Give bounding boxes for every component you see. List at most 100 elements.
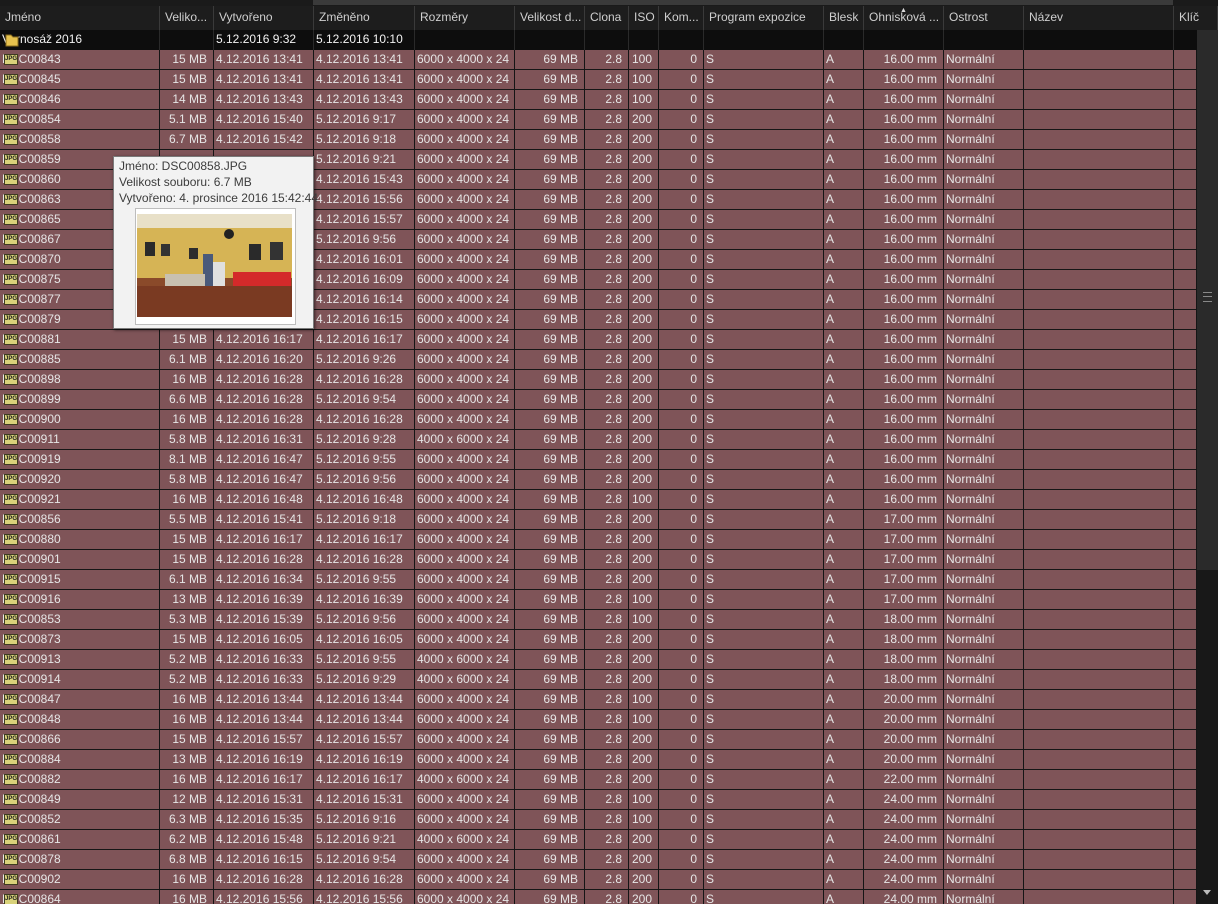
cell-size-value: 6.2 MB	[168, 832, 207, 846]
cell-title	[1024, 470, 1174, 490]
cell-size: 6.3 MB	[160, 810, 214, 830]
cell-sharpness: Normální	[944, 850, 1024, 870]
cell-program-value: S	[706, 732, 715, 746]
file-row[interactable]: JPG DSC00858 6.7 MB 4.12.2016 15:42 5.12.201…	[0, 130, 1197, 150]
cell-focal: 22.00 mm	[864, 770, 944, 790]
file-row[interactable]: JPG DSC00911 5.8 MB 4.12.2016 16:31 5.12.201…	[0, 430, 1197, 450]
file-row[interactable]: JPG DSC00852 6.3 MB 4.12.2016 15:35 5.12.201…	[0, 810, 1197, 830]
cell-uncompressed: 69 MB	[515, 870, 585, 890]
folder-title-cell	[1024, 30, 1174, 50]
file-row[interactable]: JPG DSC00849 12 MB 4.12.2016 15:31 4.12.2016…	[0, 790, 1197, 810]
cell-modified: 4.12.2016 13:44	[314, 710, 415, 730]
cell-focal-value: 17.00 mm	[883, 532, 937, 546]
file-row[interactable]: JPG DSC00913 5.2 MB 4.12.2016 16:33 5.12.201…	[0, 650, 1197, 670]
file-row[interactable]: JPG DSC00914 5.2 MB 4.12.2016 16:33 5.12.201…	[0, 670, 1197, 690]
cell-size-value: 5.3 MB	[168, 612, 207, 626]
file-row[interactable]: JPG DSC00866 15 MB 4.12.2016 15:57 4.12.2016…	[0, 730, 1197, 750]
cell-iso: 100	[629, 590, 659, 610]
file-row[interactable]: JPG DSC00845 15 MB 4.12.2016 13:41 4.12.2016…	[0, 70, 1197, 90]
file-row[interactable]: JPG DSC00878 6.8 MB 4.12.2016 16:15 5.12.201…	[0, 850, 1197, 870]
file-row[interactable]: JPG DSC00843 15 MB 4.12.2016 13:41 4.12.2016…	[0, 50, 1197, 70]
cell-uncompressed-value: 69 MB	[543, 492, 578, 506]
file-row[interactable]: JPG DSC00885 6.1 MB 4.12.2016 16:20 5.12.201…	[0, 350, 1197, 370]
file-row[interactable]: JPG DSC00902 16 MB 4.12.2016 16:28 4.12.2016…	[0, 870, 1197, 890]
horizontal-scroll-thumb[interactable]	[313, 0, 1173, 5]
file-row[interactable]: JPG DSC00881 15 MB 4.12.2016 16:17 4.12.2016…	[0, 330, 1197, 350]
column-header-keywords[interactable]: Klíč	[1174, 6, 1218, 30]
cell-size: 5.2 MB	[160, 650, 214, 670]
file-row[interactable]: JPG DSC00848 16 MB 4.12.2016 13:44 4.12.2016…	[0, 710, 1197, 730]
column-header-name[interactable]: Jméno	[0, 6, 160, 30]
cell-modified: 5.12.2016 9:21	[314, 830, 415, 850]
cell-focal: 24.00 mm	[864, 870, 944, 890]
cell-iso-value: 200	[631, 572, 652, 586]
column-header-uncompressed[interactable]: Velikost d...	[515, 6, 585, 30]
file-row[interactable]: JPG DSC00854 5.1 MB 4.12.2016 15:40 5.12.201…	[0, 110, 1197, 130]
cell-dims-value: 6000 x 4000 x 24	[417, 72, 510, 86]
folder-row[interactable]: Vernosáž 2016 5.12.2016 9:32 5.12.2016 10:…	[0, 30, 1197, 50]
column-header-title[interactable]: Název	[1024, 6, 1174, 30]
file-row[interactable]: JPG DSC00919 8.1 MB 4.12.2016 16:47 5.12.201…	[0, 450, 1197, 470]
file-row[interactable]: JPG DSC00856 5.5 MB 4.12.2016 15:41 5.12.201…	[0, 510, 1197, 530]
cell-flash: A	[824, 530, 864, 550]
cell-program-value: S	[706, 292, 715, 306]
file-row[interactable]: JPG DSC00861 6.2 MB 4.12.2016 15:48 5.12.201…	[0, 830, 1197, 850]
file-row[interactable]: JPG DSC00915 6.1 MB 4.12.2016 16:34 5.12.201…	[0, 570, 1197, 590]
column-header-flash[interactable]: Blesk	[824, 6, 864, 30]
cell-iso-value: 200	[631, 132, 652, 146]
cell-name: JPG DSC00911	[0, 430, 160, 450]
file-row[interactable]: JPG DSC00880 15 MB 4.12.2016 16:17 4.12.2016…	[0, 530, 1197, 550]
jpg-file-icon: JPG	[4, 474, 18, 485]
cell-program: S	[704, 750, 824, 770]
column-header-iso[interactable]: ISO	[629, 6, 659, 30]
vertical-scrollbar[interactable]	[1197, 30, 1218, 904]
jpg-file-icon: JPG	[4, 494, 18, 505]
file-row[interactable]: JPG DSC00916 13 MB 4.12.2016 16:39 4.12.2016…	[0, 590, 1197, 610]
cell-size-value: 15 MB	[172, 52, 207, 66]
column-header-size[interactable]: Veliko...	[160, 6, 214, 30]
cell-modified-value: 4.12.2016 16:05	[316, 632, 403, 646]
file-row[interactable]: JPG DSC00920 5.8 MB 4.12.2016 16:47 5.12.201…	[0, 470, 1197, 490]
cell-program-value: S	[706, 192, 715, 206]
file-row[interactable]: JPG DSC00846 14 MB 4.12.2016 13:43 4.12.2016…	[0, 90, 1197, 110]
file-row[interactable]: JPG DSC00864 16 MB 4.12.2016 15:56 4.12.2016…	[0, 890, 1197, 904]
file-row[interactable]: JPG DSC00901 15 MB 4.12.2016 16:28 4.12.2016…	[0, 550, 1197, 570]
file-row[interactable]: JPG DSC00882 16 MB 4.12.2016 16:17 4.12.2016…	[0, 770, 1197, 790]
file-row[interactable]: JPG DSC00884 13 MB 4.12.2016 16:19 4.12.2016…	[0, 750, 1197, 770]
cell-sharpness-value: Normální	[946, 872, 995, 886]
cell-uncompressed-value: 69 MB	[543, 752, 578, 766]
file-row[interactable]: JPG DSC00899 6.6 MB 4.12.2016 16:28 5.12.201…	[0, 390, 1197, 410]
cell-created-value: 4.12.2016 16:47	[216, 472, 303, 486]
cell-compensation: 0	[659, 610, 704, 630]
cell-dims-value: 6000 x 4000 x 24	[417, 552, 510, 566]
column-header-modified[interactable]: Změněno	[314, 6, 415, 30]
column-header-sharpness[interactable]: Ostrost	[944, 6, 1024, 30]
cell-sharpness: Normální	[944, 610, 1024, 630]
cell-program: S	[704, 610, 824, 630]
file-row[interactable]: JPG DSC00853 5.3 MB 4.12.2016 15:39 5.12.201…	[0, 610, 1197, 630]
cell-iso-value: 200	[631, 432, 652, 446]
column-header-program[interactable]: Program expozice	[704, 6, 824, 30]
cell-program: S	[704, 70, 824, 90]
column-header-dims[interactable]: Rozměry	[415, 6, 515, 30]
file-row[interactable]: JPG DSC00847 16 MB 4.12.2016 13:44 4.12.2016…	[0, 690, 1197, 710]
cell-compensation: 0	[659, 470, 704, 490]
file-row[interactable]: JPG DSC00900 16 MB 4.12.2016 16:28 4.12.2016…	[0, 410, 1197, 430]
file-row[interactable]: JPG DSC00898 16 MB 4.12.2016 16:28 4.12.2016…	[0, 370, 1197, 390]
cell-flash-value: A	[826, 272, 835, 286]
column-header-created[interactable]: Vytvořeno	[214, 6, 314, 30]
cell-flash: A	[824, 170, 864, 190]
file-row[interactable]: JPG DSC00873 15 MB 4.12.2016 16:05 4.12.2016…	[0, 630, 1197, 650]
cell-compensation: 0	[659, 590, 704, 610]
cell-size: 8.1 MB	[160, 450, 214, 470]
cell-program-value: S	[706, 712, 715, 726]
cell-modified-value: 5.12.2016 9:21	[316, 832, 397, 846]
file-row[interactable]: JPG DSC00921 16 MB 4.12.2016 16:48 4.12.2016…	[0, 490, 1197, 510]
cell-uncompressed: 69 MB	[515, 110, 585, 130]
cell-uncompressed-value: 69 MB	[543, 472, 578, 486]
scroll-down-arrow-icon[interactable]	[1203, 890, 1211, 895]
cell-iso-value: 200	[631, 732, 652, 746]
column-header-compensation[interactable]: Kom...	[659, 6, 704, 30]
column-header-aperture[interactable]: Clona	[585, 6, 629, 30]
cell-program-value: S	[706, 272, 715, 286]
